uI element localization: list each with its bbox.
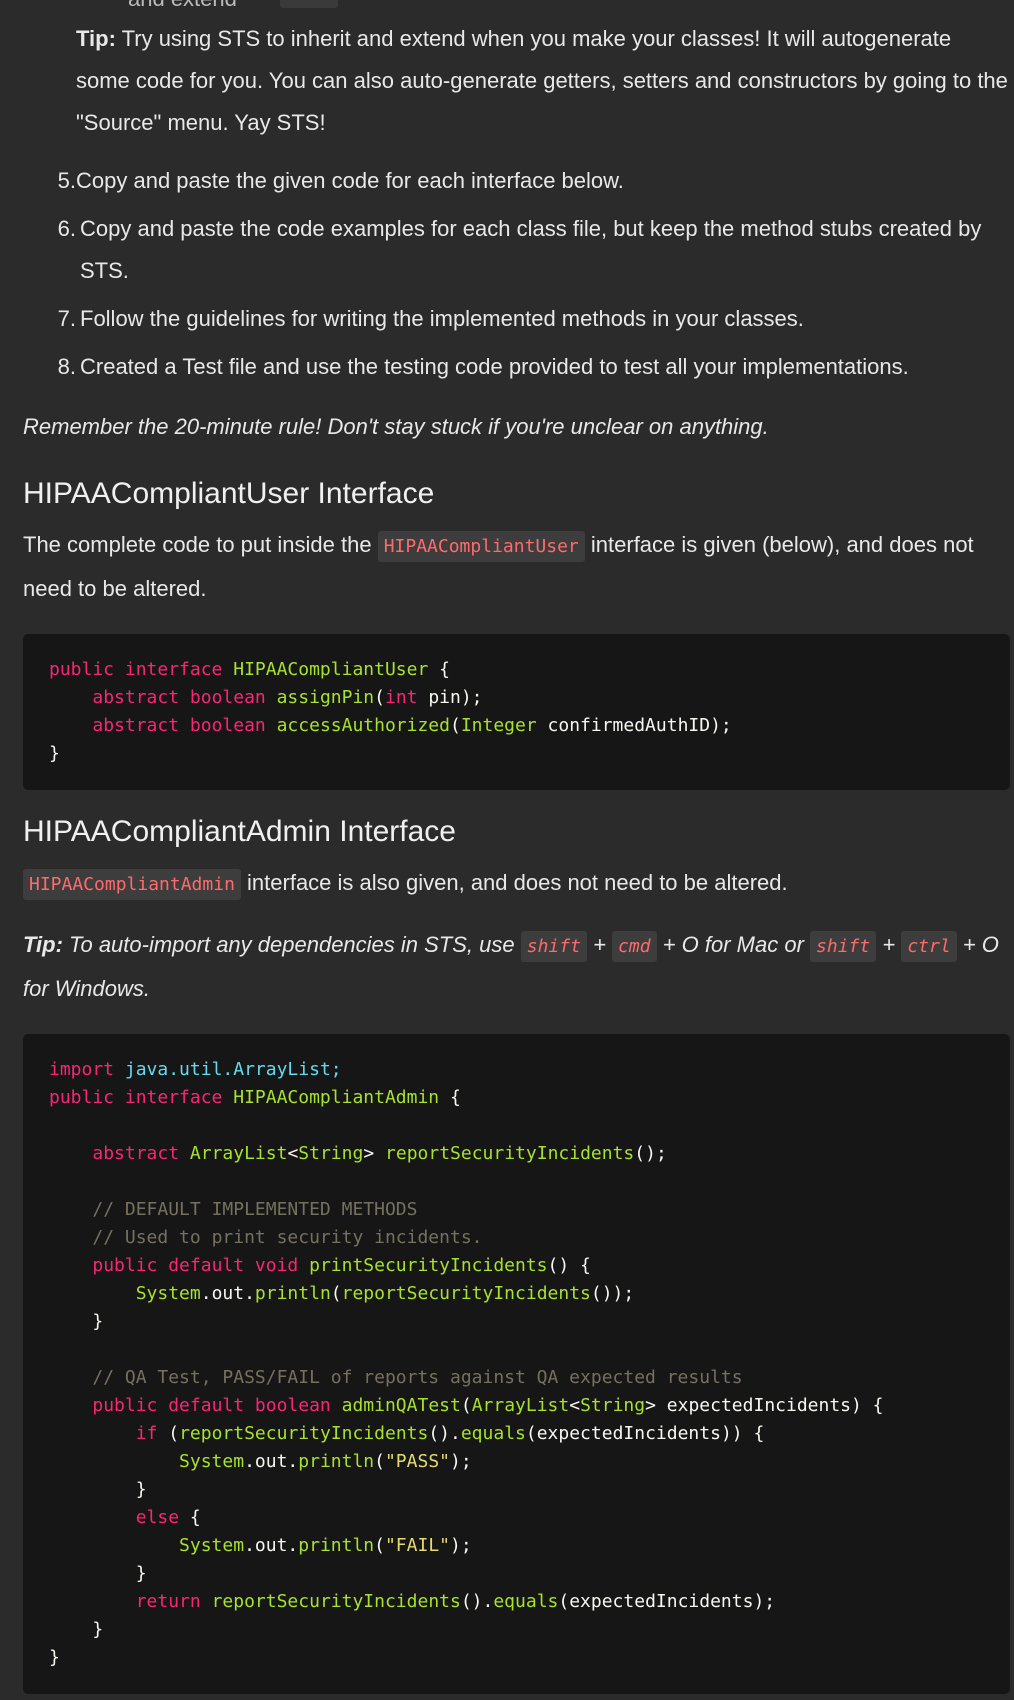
step-text: Copy and paste the given code for each i… <box>76 168 624 193</box>
tip-text: Try using STS to inherit and extend when… <box>76 26 1008 135</box>
code-line: abstract boolean assignPin(int pin); <box>92 687 483 708</box>
code-line: System.out.println(reportSecurityInciden… <box>135 1283 635 1304</box>
key-cmd: cmd <box>612 931 657 962</box>
code-line: abstract ArrayList<String> reportSecurit… <box>92 1143 667 1164</box>
plus-sign: + <box>593 932 606 957</box>
list-item: 8. Created a Test file and use the testin… <box>48 346 1010 388</box>
list-item: 7. Follow the guidelines for writing the … <box>48 298 1010 340</box>
step-text: Follow the guidelines for writing the im… <box>80 306 804 331</box>
code-line: // QA Test, PASS/FAIL of reports against… <box>92 1367 743 1388</box>
code-line: // DEFAULT IMPLEMENTED METHODS <box>92 1199 418 1220</box>
document-body: and extend Tip: Try using STS to inherit… <box>23 0 1010 1694</box>
code-line: } <box>49 743 60 764</box>
inline-code: HIPAACompliantUser <box>377 531 585 562</box>
step-number: 5. <box>57 168 76 193</box>
intro-text: The complete code to put inside the <box>23 532 372 557</box>
key-shift: shift <box>520 931 587 962</box>
code-line: public interface HIPAACompliantAdmin { <box>49 1087 461 1108</box>
admin-code-block: import java.util.ArrayList; public inter… <box>23 1034 1010 1694</box>
code-line: abstract boolean accessAuthorized(Intege… <box>92 715 732 736</box>
code-line: public interface HIPAACompliantUser { <box>49 659 450 680</box>
step-text: Copy and paste the code examples for eac… <box>80 216 982 283</box>
clipped-text: and extend <box>128 0 237 11</box>
step-number: 8. <box>57 354 76 379</box>
clipped-line: and extend <box>128 0 1010 12</box>
plus-sign: + <box>882 932 896 957</box>
code-line: import java.util.ArrayList; <box>49 1059 342 1080</box>
tip-text: + O for Mac or <box>662 932 804 957</box>
admin-interface-intro: HIPAACompliantAdmin interface is also gi… <box>23 862 1010 906</box>
list-item: 5. Copy and paste the given code for each… <box>48 160 1010 202</box>
step-number: 7. <box>57 306 76 331</box>
user-interface-heading: HIPAACompliantUser Interface <box>23 477 435 510</box>
key-ctrl: ctrl <box>901 931 957 962</box>
steps-list: 5. Copy and paste the given code for each… <box>23 160 1010 388</box>
code-line: else { <box>135 1507 201 1528</box>
code-line: } <box>49 1647 60 1668</box>
intro-text: interface is also given, and does not ne… <box>247 870 788 895</box>
code-line: } <box>49 1479 147 1500</box>
code-line: } <box>49 1563 147 1584</box>
code-line: System.out.println("PASS"); <box>179 1451 472 1472</box>
code-line: System.out.println("FAIL"); <box>179 1535 472 1556</box>
code-line: return reportSecurityIncidents().equals(… <box>135 1591 776 1612</box>
step-text: Created a Test file and use the testing … <box>80 354 909 379</box>
sts-tip: Tip: Try using STS to inherit and extend… <box>76 18 1010 144</box>
code-line: public default void printSecurityInciden… <box>92 1255 591 1276</box>
tip-label: Tip: <box>76 26 116 51</box>
step-number: 6. <box>57 216 76 241</box>
code-line: // Used to print security incidents. <box>92 1227 483 1248</box>
tip-text: To auto-import any dependencies in STS, … <box>69 932 515 957</box>
tip-label: Tip: <box>23 932 63 957</box>
user-code-block: public interface HIPAACompliantUser { ab… <box>23 634 1010 790</box>
import-tip: Tip: To auto-import any dependencies in … <box>23 924 1010 1010</box>
clipped-inline-code <box>280 0 338 8</box>
list-item: 6. Copy and paste the code examples for e… <box>48 208 1010 292</box>
code-line: } <box>49 1311 104 1332</box>
code-line: public default boolean adminQATest(Array… <box>92 1395 884 1416</box>
remember-note: Remember the 20-minute rule! Don't stay … <box>23 414 769 439</box>
key-shift: shift <box>810 931 877 962</box>
user-interface-intro: The complete code to put inside the HIPA… <box>23 524 1010 610</box>
inline-code: HIPAACompliantAdmin <box>23 869 241 900</box>
code-line: } <box>49 1619 104 1640</box>
admin-interface-heading: HIPAACompliantAdmin Interface <box>23 815 456 848</box>
code-line: if (reportSecurityIncidents().equals(exp… <box>135 1423 765 1444</box>
